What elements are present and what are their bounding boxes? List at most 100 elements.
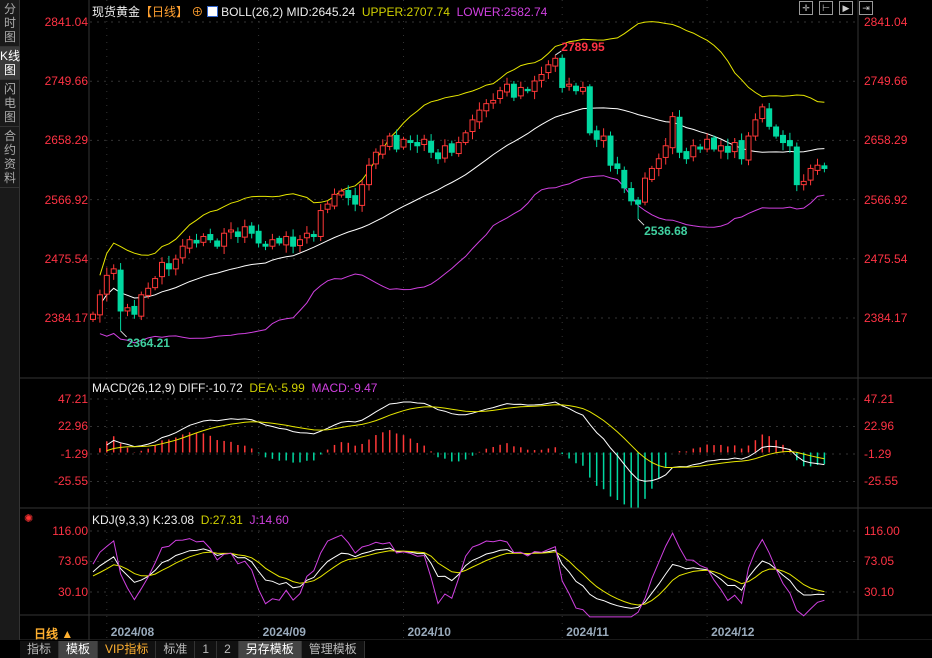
candle-body [110,268,117,274]
candle-body [124,307,131,312]
candle-body [345,189,352,199]
candle-body [276,237,283,244]
candle-body [200,235,207,243]
candle-body [552,57,559,67]
candle-body [469,119,476,133]
candle-body [269,239,276,247]
bottom-tab[interactable]: 1 [195,641,218,658]
candle-body [152,278,159,289]
candle-body [297,239,303,247]
candle-body [497,90,504,99]
candle-body [262,243,269,247]
candle-body [773,126,780,137]
candle-body [228,229,234,233]
bottom-tab[interactable]: VIP指标 [98,641,157,658]
candle-body [448,143,455,153]
candle-body [793,146,800,186]
candle-body [90,313,96,320]
candle-body [221,232,228,247]
candle-body [490,99,497,104]
bottom-tab[interactable]: 另存模板 [238,641,302,658]
candle-body [724,145,731,153]
candle-body [780,134,786,144]
candle-body [648,167,655,180]
candle-body [248,225,255,234]
candle-body [704,138,711,150]
candle-body [172,258,179,270]
bottom-tab[interactable]: 管理模板 [302,641,365,658]
candle-body [759,106,766,120]
candle-body [786,140,793,147]
bottom-tab[interactable]: 2 [217,641,239,658]
candle-body [179,245,186,259]
candle-body [138,294,145,317]
candle-body [407,140,414,144]
candle-body [283,235,290,246]
candle-body [359,184,366,206]
candle-body [241,226,248,238]
candle-body [414,142,421,147]
candle-body [366,164,372,186]
candle-body [717,145,724,152]
bottom-tabs: 指标 模板 VIP指标 标准 1 2 另存模板 管理模板 [20,641,365,658]
candle-body [593,130,600,140]
boll-mid-line [99,107,825,305]
bottom-tab[interactable]: 标准 [156,641,196,658]
candle-body [766,108,773,127]
candle-body [821,165,828,169]
candle-body [586,86,593,134]
candle-body [421,138,428,145]
candle-body [814,164,821,171]
price-annotation: 2364.21 [127,336,171,350]
candle-body [234,231,241,237]
candle-body [655,158,662,169]
candle-body [207,234,214,241]
candle-body [579,86,586,92]
candle-body [455,142,462,155]
candle-body [441,145,448,159]
candle-body [255,230,262,244]
candle-body [559,57,566,88]
candle-body [372,151,379,165]
candle-body [690,145,697,158]
candle-body [290,236,297,247]
candle-body [531,80,538,92]
bottom-tab[interactable]: 指标 [20,641,60,658]
candle-body [317,210,324,237]
candle-body [566,83,573,87]
candle-body [435,152,441,160]
candle-body [428,140,435,153]
candle-body [745,135,752,161]
candle-body [510,83,517,98]
candle-body [697,146,704,150]
candle-body [662,145,669,158]
candle-body [800,180,807,186]
candle-body [573,85,579,92]
candle-body [476,109,483,123]
bottom-tab[interactable]: 模板 [59,641,99,658]
candle-body [310,234,317,237]
candle-body [338,190,345,196]
candle-body [711,137,717,150]
candle-body [752,119,759,137]
candle-body [214,240,221,247]
candle-body [614,163,621,169]
candle-body [504,83,510,93]
candle-body [131,305,138,315]
candle-body [731,142,738,153]
candle-body [393,134,400,150]
candle-body [386,135,393,147]
candle-body [807,167,814,181]
candle-body [524,88,531,92]
candle-body [635,199,642,205]
candle-body [400,138,407,148]
candle-body [738,140,745,160]
candle-body [96,294,103,316]
candle-body [621,169,628,189]
candle-body [159,261,165,278]
candle-body [379,145,386,155]
candle-body [331,193,338,207]
chart-canvas[interactable]: 2789.95 2536.68 2364.21 [0,0,932,640]
candle-body [186,239,193,249]
candle-body [676,116,683,153]
